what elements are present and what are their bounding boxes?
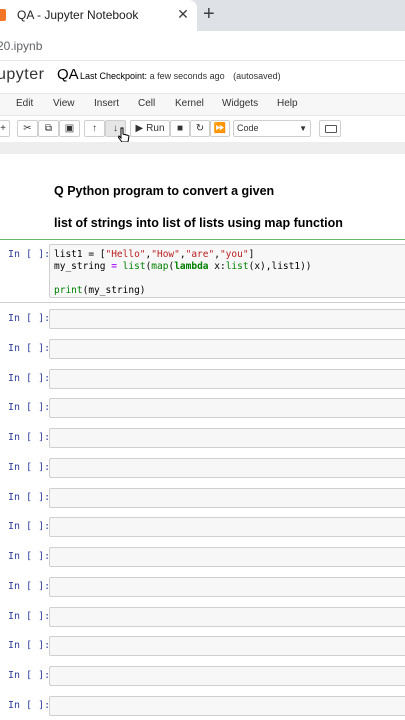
run-button[interactable]: ▶ Run (130, 120, 170, 137)
code-input[interactable] (49, 547, 405, 567)
menu-bar: Edit View Insert Cell Kernel Widgets Hel… (0, 93, 405, 116)
jupyter-logo[interactable]: upyter (0, 66, 44, 84)
cut-icon[interactable]: ✂ (17, 120, 38, 137)
cell-prompt: In [ ]: (8, 492, 51, 503)
code-input[interactable] (49, 369, 405, 389)
toolbar-separator (0, 142, 405, 154)
cell-prompt: In [ ]: (8, 462, 51, 473)
cell-prompt: In [ ]: (8, 373, 51, 384)
markdown-heading-line-2: list of strings into list of lists using… (54, 216, 343, 230)
code-input[interactable] (49, 488, 405, 508)
empty-code-cell[interactable]: In [ ]: (0, 636, 405, 656)
cell-prompt: In [ ]: (8, 432, 51, 443)
code-input[interactable] (49, 458, 405, 478)
cell-type-value: Code (237, 123, 259, 133)
cell-prompt: In [ ]: (8, 402, 51, 413)
empty-code-cell[interactable]: In [ ]: (0, 577, 405, 597)
browser-tab-strip: QA - Jupyter Notebook ✕ + (0, 0, 405, 31)
fast-forward-icon[interactable]: ⏩ (210, 120, 230, 137)
empty-code-cell[interactable]: In [ ]: (0, 607, 405, 627)
cell-prompt: In [ ]: (8, 640, 51, 651)
empty-code-cell[interactable]: In [ ]: (0, 696, 405, 716)
empty-code-cell[interactable]: In [ ]: (0, 428, 405, 448)
code-input[interactable] (49, 428, 405, 448)
empty-code-cell[interactable]: In [ ]: (0, 398, 405, 418)
empty-code-cell[interactable]: In [ ]: (0, 339, 405, 359)
cell-type-select[interactable]: Code ▼ (233, 120, 311, 137)
cell-prompt: In [ ]: (8, 551, 51, 562)
checkpoint-time: a few seconds ago (149, 71, 225, 81)
code-input[interactable] (49, 577, 405, 597)
autosave-status: (autosaved) (233, 71, 281, 81)
menu-help[interactable]: Help (277, 98, 298, 109)
empty-code-cell[interactable]: In [ ]: (0, 547, 405, 567)
empty-code-cell[interactable]: In [ ]: (0, 458, 405, 478)
cell-prompt: In [ ]: (8, 581, 51, 592)
menu-cell[interactable]: Cell (138, 98, 155, 109)
empty-code-cell[interactable]: In [ ]: (0, 517, 405, 537)
empty-code-cell[interactable]: In [ ]: (0, 488, 405, 508)
cell-prompt: In [ ]: (8, 521, 51, 532)
code-input[interactable] (49, 696, 405, 716)
menu-widgets[interactable]: Widgets (222, 98, 258, 109)
cell-prompt: In [ ]: (8, 611, 51, 622)
empty-code-cell[interactable]: In [ ]: (0, 666, 405, 686)
checkpoint-status: Last Checkpoint: a few seconds ago (auto… (80, 71, 281, 81)
chevron-down-icon: ▼ (299, 124, 307, 133)
code-input[interactable] (49, 309, 405, 329)
markdown-heading-line-1: Q Python program to convert a given (54, 184, 275, 198)
code-input[interactable]: list1 = ["Hello","How","are","you"] my_s… (49, 244, 405, 298)
menu-edit[interactable]: Edit (16, 98, 33, 109)
selected-cell-border (0, 239, 405, 240)
code-input[interactable] (49, 398, 405, 418)
cell-prompt: In [ ]: (8, 313, 51, 324)
jupyter-header: upyter QA Last Checkpoint: a few seconds… (0, 61, 405, 93)
url-text: 20.ipynb (0, 39, 43, 53)
move-up-arrow-icon[interactable]: ↑ (84, 120, 105, 137)
keyboard-icon[interactable] (319, 120, 341, 137)
cell-prompt: In [ ]: (8, 700, 51, 711)
stop-square-icon[interactable]: ■ (170, 120, 190, 137)
cell-divider (0, 302, 405, 303)
new-tab-plus-icon[interactable]: + (203, 3, 215, 25)
notebook-toolbar: + ✂ ⧉ ▣ ↑ ↓ ▶ Run ■ ↻ ⏩ Code ▼ (0, 116, 405, 142)
code-input[interactable] (49, 339, 405, 359)
cell-prompt: In [ ]: (8, 343, 51, 354)
notebook-name[interactable]: QA (57, 66, 79, 83)
run-label: Run (146, 123, 165, 134)
notebook-area: Q Python program to convert a given list… (0, 154, 405, 720)
code-input[interactable] (49, 666, 405, 686)
empty-code-cell[interactable]: In [ ]: (0, 369, 405, 389)
code-input[interactable] (49, 607, 405, 627)
copy-icon[interactable]: ⧉ (38, 120, 59, 137)
cell-prompt: In [ ]: (8, 670, 51, 681)
tab-close-icon[interactable]: ✕ (176, 6, 190, 23)
menu-view[interactable]: View (53, 98, 75, 109)
tab-title: QA - Jupyter Notebook (17, 8, 139, 22)
restart-icon[interactable]: ↻ (190, 120, 210, 137)
code-input[interactable] (49, 517, 405, 537)
address-bar[interactable]: 20.ipynb (0, 31, 405, 61)
menu-insert[interactable]: Insert (94, 98, 119, 109)
code-input[interactable] (49, 636, 405, 656)
browser-tab[interactable]: QA - Jupyter Notebook ✕ (0, 0, 197, 31)
jupyter-favicon-icon (0, 9, 6, 21)
paste-icon[interactable]: ▣ (59, 120, 80, 137)
code-cell-1[interactable]: In [ ]: list1 = ["Hello","How","are","yo… (0, 244, 405, 298)
code-text: list1 = ["Hello","How","are","you"] my_s… (54, 249, 312, 296)
insert-cell-plus-icon[interactable]: + (0, 120, 10, 137)
checkpoint-label: Last Checkpoint: (80, 71, 148, 81)
empty-code-cell[interactable]: In [ ]: (0, 309, 405, 329)
menu-kernel[interactable]: Kernel (175, 98, 204, 109)
cell-prompt: In [ ]: (8, 249, 51, 260)
